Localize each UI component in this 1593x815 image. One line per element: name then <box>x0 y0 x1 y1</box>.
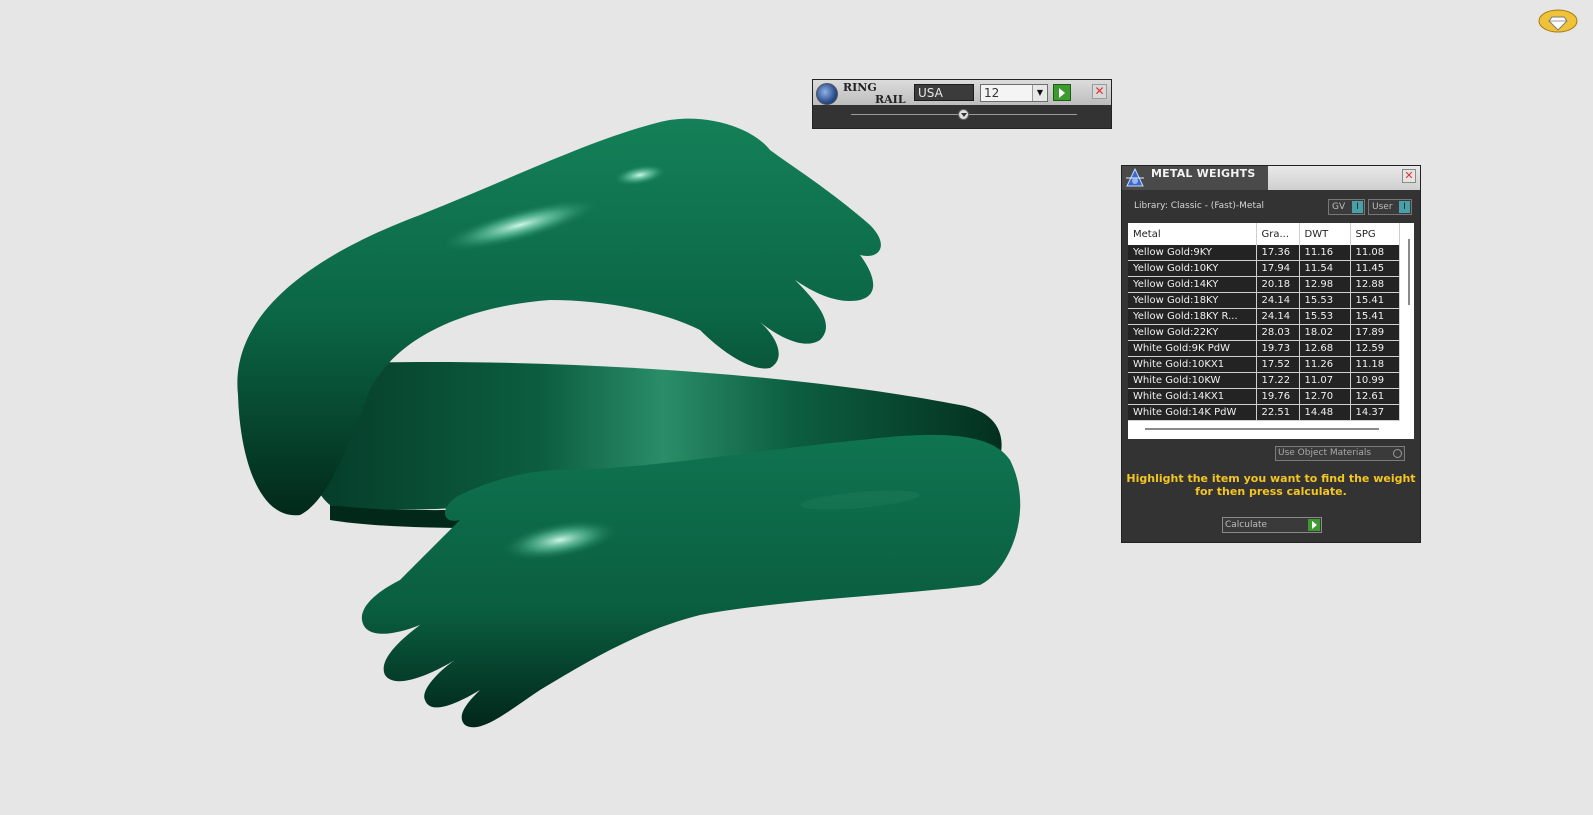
metal-table-container: Metal Gra... DWT SPG Yellow Gold:9KY 17.3… <box>1128 223 1414 439</box>
play-icon <box>1059 88 1065 98</box>
table-row[interactable]: White Gold:14K PdW 22.51 14.48 14.37 <box>1128 404 1400 421</box>
calculate-button[interactable]: Calculate <box>1222 517 1322 533</box>
horizontal-scrollbar[interactable] <box>1145 428 1379 430</box>
apply-button[interactable] <box>1053 84 1071 101</box>
close-button[interactable]: ✕ <box>1092 84 1107 99</box>
ring-rail-slider-handle[interactable] <box>958 109 969 120</box>
library-label: Library: Classic - (Fast)-Metal <box>1134 201 1265 211</box>
ring-rail-panel: RING RAIL USA 12 ▼ ✕ <box>812 79 1112 129</box>
column-header-dwt[interactable]: DWT <box>1299 223 1351 245</box>
table-row[interactable]: Yellow Gold:18KY 24.14 15.53 15.41 <box>1128 292 1400 309</box>
user-toggle[interactable]: User I <box>1368 199 1412 215</box>
chevron-down-icon[interactable]: ▼ <box>1032 85 1047 101</box>
radio-indicator-icon <box>1393 449 1402 458</box>
ring-rail-header: RING RAIL USA 12 ▼ ✕ <box>813 80 1111 105</box>
metal-weights-header: METAL WEIGHTS ✕ <box>1122 166 1420 190</box>
close-button[interactable]: ✕ <box>1402 169 1416 183</box>
table-row[interactable]: White Gold:9K PdW 19.73 12.68 12.59 <box>1128 340 1400 357</box>
gv-toggle-indicator: I <box>1352 201 1363 213</box>
table-row[interactable]: White Gold:10KX1 17.52 11.26 11.18 <box>1128 356 1400 373</box>
table-row[interactable]: Yellow Gold:18KY R... 24.14 15.53 15.41 <box>1128 308 1400 325</box>
table-row[interactable]: White Gold:10KW 17.22 11.07 10.99 <box>1128 372 1400 389</box>
table-row[interactable]: Yellow Gold:10KY 17.94 11.54 11.45 <box>1128 260 1400 277</box>
table-row[interactable]: Yellow Gold:9KY 17.36 11.16 11.08 <box>1128 245 1400 261</box>
play-icon <box>1308 519 1320 531</box>
instruction-text: Highlight the item you want to find the … <box>1126 472 1416 498</box>
scale-icon <box>1126 167 1144 187</box>
metal-table: Metal Gra... DWT SPG Yellow Gold:9KY 17.3… <box>1128 223 1400 421</box>
gv-toggle[interactable]: GV I <box>1328 199 1365 215</box>
table-row[interactable]: Yellow Gold:22KY 28.03 18.02 17.89 <box>1128 324 1400 341</box>
country-field[interactable]: USA <box>914 84 974 101</box>
use-object-materials-toggle[interactable]: Use Object Materials <box>1275 446 1405 461</box>
ring-rail-logo-icon <box>816 83 838 105</box>
column-header-spg[interactable]: SPG <box>1350 223 1400 245</box>
vertical-scrollbar[interactable] <box>1408 239 1410 305</box>
column-header-metal[interactable]: Metal <box>1128 223 1257 245</box>
column-header-grams[interactable]: Gra... <box>1256 223 1300 245</box>
gem-logo-icon[interactable] <box>1538 8 1578 34</box>
ring-rail-title: RING RAIL <box>843 81 906 106</box>
table-row[interactable]: Yellow Gold:14KY 20.18 12.98 12.88 <box>1128 276 1400 293</box>
table-row[interactable]: White Gold:14KX1 19.76 12.70 12.61 <box>1128 388 1400 405</box>
user-toggle-indicator: I <box>1399 201 1410 213</box>
metal-weights-panel: METAL WEIGHTS ✕ Library: Classic - (Fast… <box>1121 165 1421 543</box>
ring-size-value: 12 <box>984 86 1000 100</box>
metal-weights-title: METAL WEIGHTS <box>1151 167 1256 180</box>
table-header-row: Metal Gra... DWT SPG <box>1128 223 1400 245</box>
ring-size-select[interactable]: 12 ▼ <box>980 84 1048 102</box>
